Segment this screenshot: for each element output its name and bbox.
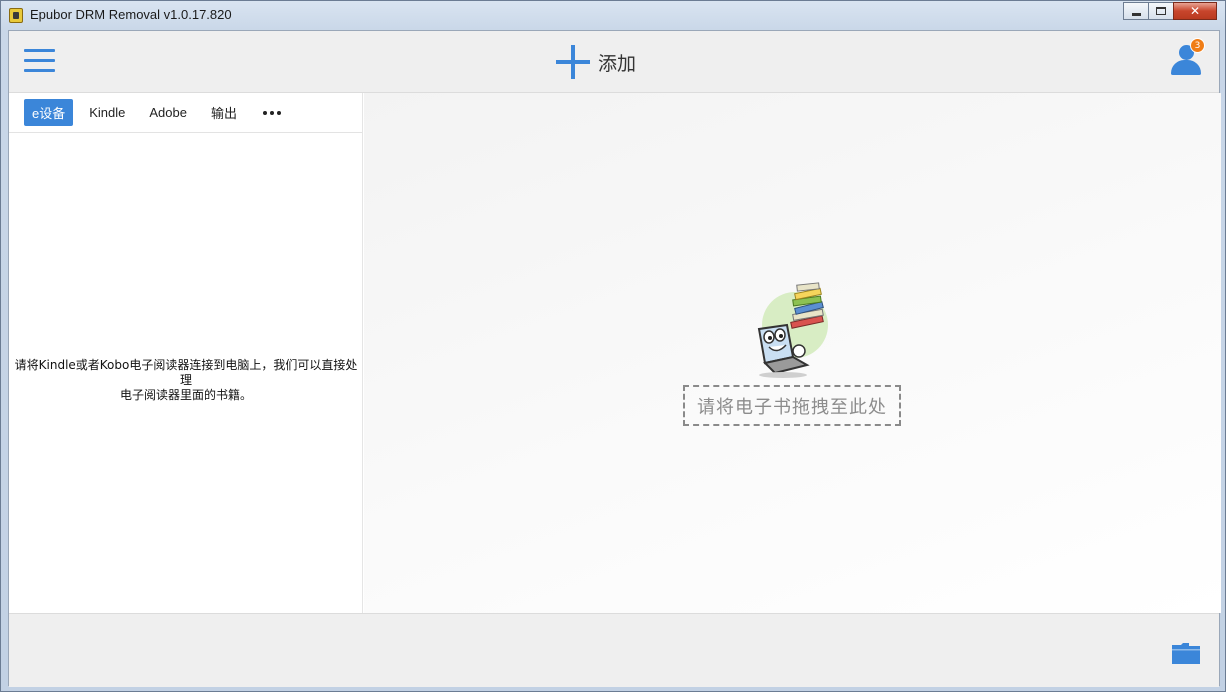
maximize-button[interactable] [1148,2,1174,20]
add-button[interactable]: 添加 [556,43,636,81]
minimize-button[interactable] [1123,2,1149,20]
user-icon-body [1171,60,1201,75]
drop-zone[interactable]: 请将电子书拖拽至此处 [364,93,1221,613]
header-bar: 添加 3 [9,31,1219,93]
close-icon: ✕ [1189,4,1201,18]
close-button[interactable]: ✕ [1173,2,1217,20]
maximize-icon [1156,7,1166,15]
tab-edevice[interactable]: e设备 [24,99,74,126]
app-icon [9,8,23,23]
window-title: Epubor DRM Removal v1.0.17.820 [30,7,232,22]
device-panel: e设备 Kindle Adobe 输出 请将Kindle或者Kobo电子阅读器连… [9,93,363,613]
tab-kindle[interactable]: Kindle [81,101,133,124]
user-account-button[interactable]: 3 [1169,38,1205,77]
more-icon[interactable] [259,107,285,119]
mascot-icon [757,282,828,378]
minimize-icon [1131,12,1141,16]
drop-zone-label[interactable]: 请将电子书拖拽至此处 [683,385,901,426]
source-tabs: e设备 Kindle Adobe 输出 [9,93,362,133]
window-controls: ✕ [1123,2,1217,20]
title-bar[interactable]: Epubor DRM Removal v1.0.17.820 ✕ [1,1,1225,30]
device-hint-line2: 电子阅读器里面的书籍。 [119,388,252,402]
device-hint-text: 请将Kindle或者Kobo电子阅读器连接到电脑上，我们可以直接处理 电子阅读器… [9,358,363,403]
notification-badge: 3 [1190,38,1205,53]
device-hint-line1: 请将Kindle或者Kobo电子阅读器连接到电脑上，我们可以直接处理 [14,358,358,387]
plus-icon [556,45,590,79]
client-area: 添加 3 e设备 Kindle Adobe 输出 请将Kindle或者Kobo电… [8,30,1221,687]
footer-bar [9,613,1219,687]
app-window: Epubor DRM Removal v1.0.17.820 ✕ 添加 3 e设… [0,0,1226,692]
tab-adobe[interactable]: Adobe [141,101,195,124]
folder-icon[interactable] [1171,642,1201,665]
tab-output[interactable]: 输出 [203,99,245,126]
add-label: 添加 [598,52,637,75]
hamburger-menu-icon[interactable] [24,49,55,73]
